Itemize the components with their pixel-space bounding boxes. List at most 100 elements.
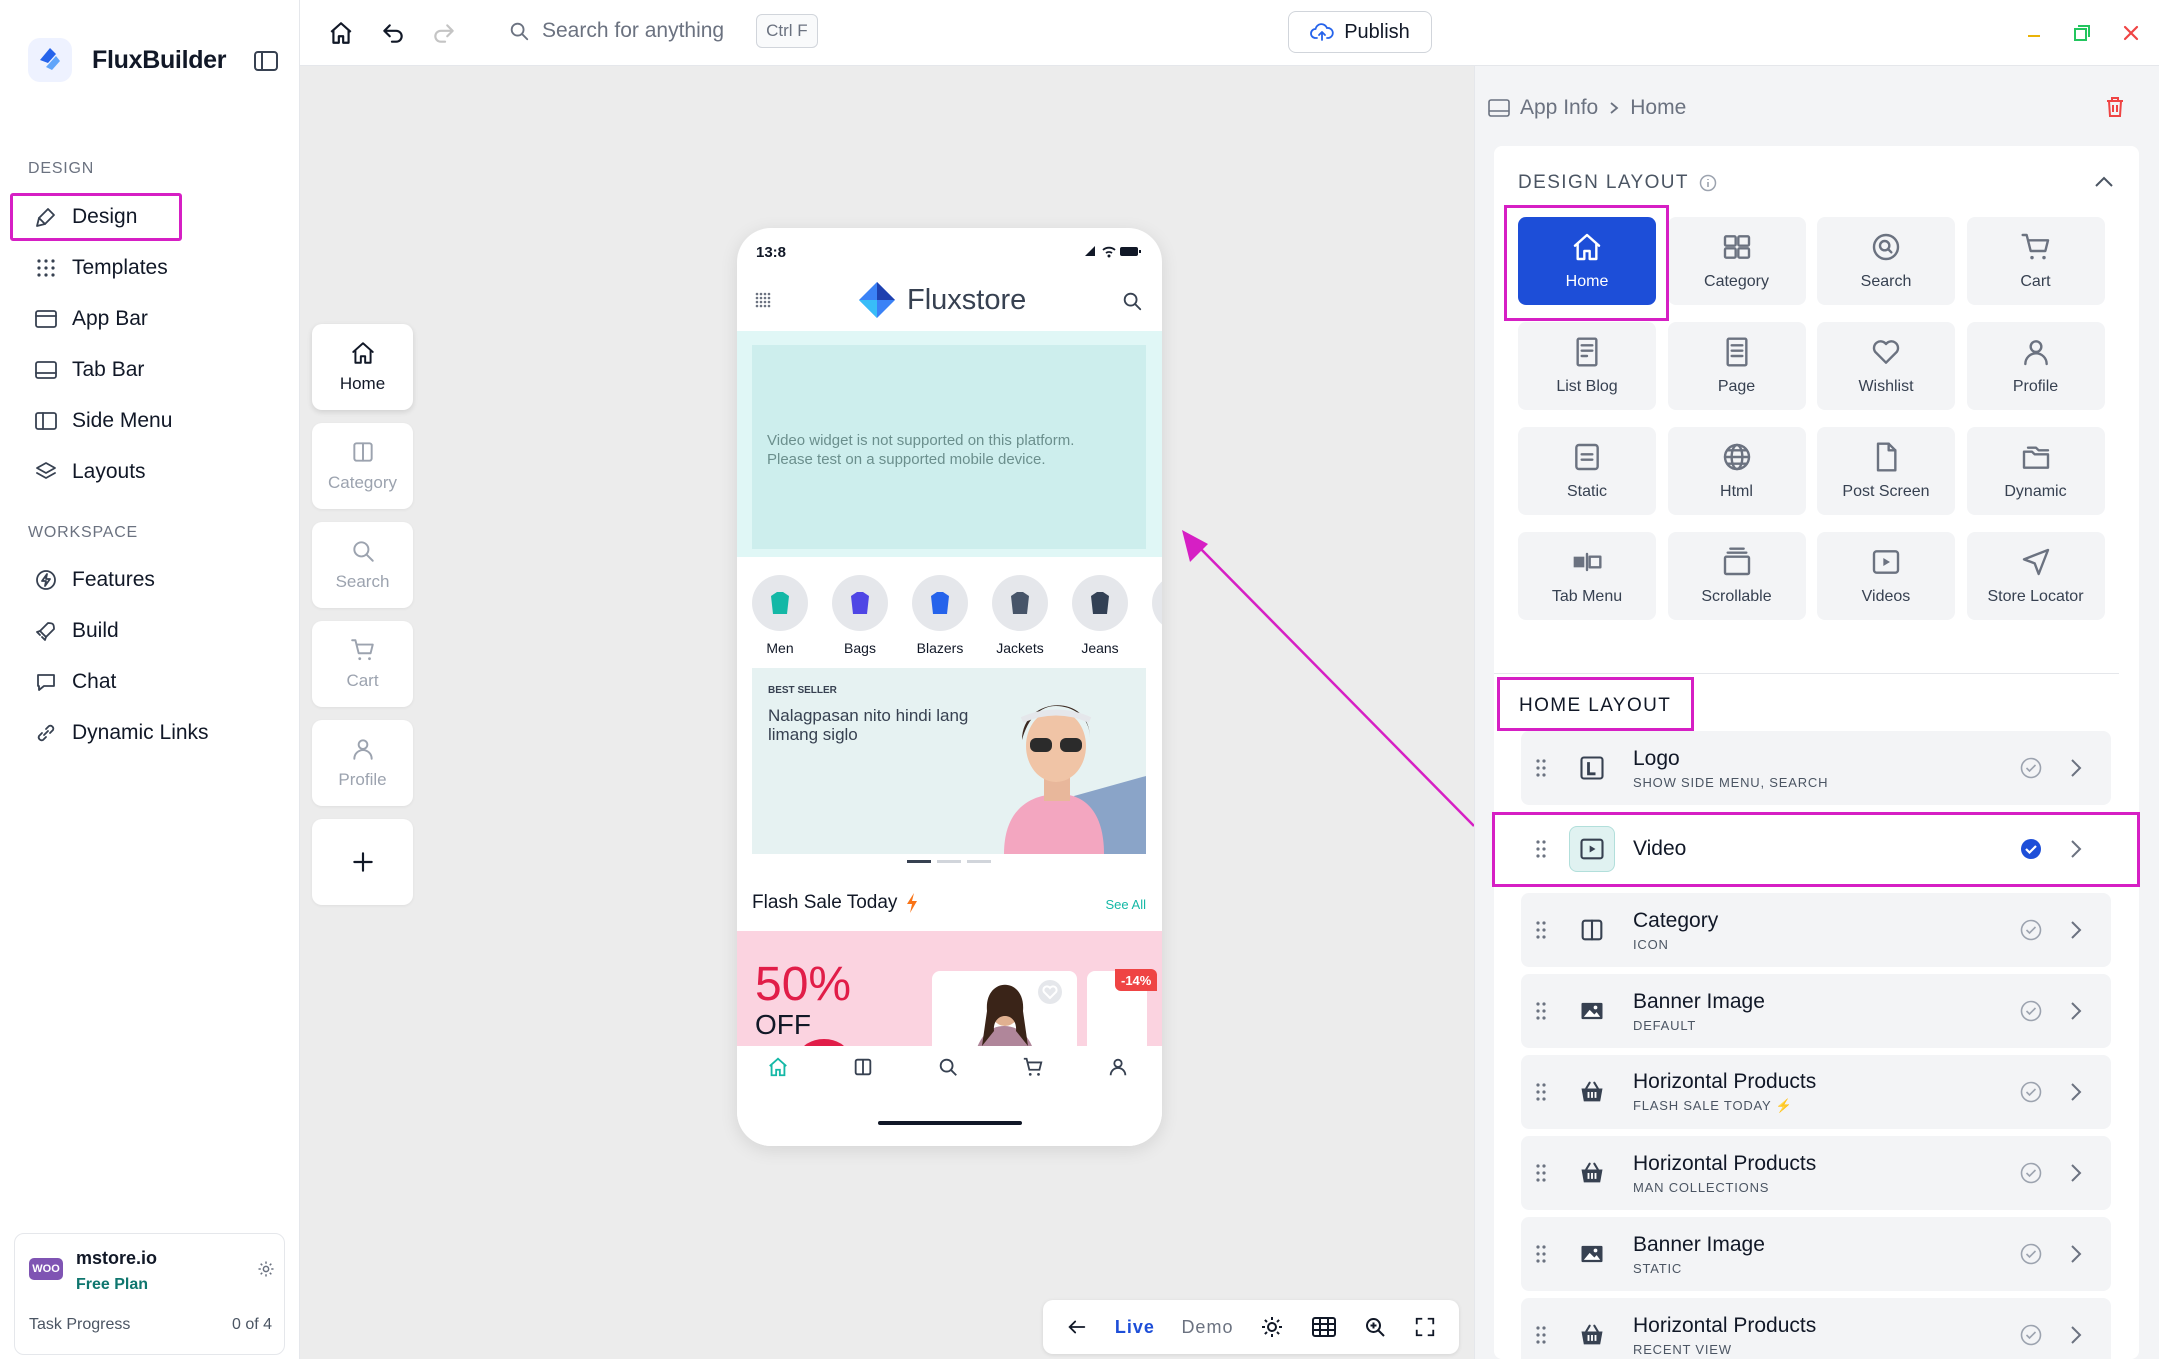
search-icon[interactable]: [1121, 290, 1143, 312]
redo-icon[interactable]: [431, 20, 457, 46]
layout-tile-wishlist[interactable]: Wishlist: [1817, 322, 1955, 410]
layout-tile-page[interactable]: Page: [1667, 322, 1806, 410]
sidebar-item-app-bar[interactable]: App Bar: [34, 299, 148, 339]
layout-tile-store-locator[interactable]: Store Locator: [1966, 532, 2105, 620]
layout-tile-tab-menu[interactable]: Tab Menu: [1518, 532, 1656, 620]
drag-handle-icon[interactable]: [1521, 1163, 1561, 1183]
chevron-right-icon[interactable]: [2069, 757, 2083, 779]
chevron-right-icon[interactable]: [2069, 1000, 2083, 1022]
live-toggle[interactable]: Live: [1115, 1317, 1155, 1338]
layout-row-banner-image[interactable]: Banner Image STATIC: [1521, 1217, 2111, 1291]
collapse-chevron-up-icon[interactable]: [2094, 174, 2114, 188]
demo-toggle[interactable]: Demo: [1181, 1317, 1233, 1338]
category-thumb: [1152, 575, 1162, 631]
category-item[interactable]: Bags: [832, 575, 888, 656]
drag-handle-icon[interactable]: [1521, 1082, 1561, 1102]
category-item[interactable]: Men: [752, 575, 808, 656]
menu-grid-icon[interactable]: [755, 292, 771, 308]
layout-tile-videos[interactable]: Videos: [1817, 532, 1955, 620]
rail-item-category[interactable]: Category: [312, 423, 413, 509]
drag-handle-icon[interactable]: [1521, 1001, 1561, 1021]
home-icon[interactable]: [328, 20, 354, 46]
unchecked-circle-icon[interactable]: [2019, 756, 2043, 780]
layout-row-horizontal-products[interactable]: Horizontal Products FLASH SALE TODAY ⚡: [1521, 1055, 2111, 1129]
brand[interactable]: FluxBuilder: [26, 36, 227, 84]
store-card[interactable]: WOO mstore.io Free Plan Task Progress 0 …: [14, 1233, 285, 1355]
sidebar-item-build[interactable]: Build: [34, 611, 119, 651]
category-item[interactable]: Jackets: [992, 575, 1048, 656]
undo-icon[interactable]: [380, 20, 406, 46]
zoom-in-icon[interactable]: [1363, 1315, 1387, 1339]
sidebar-item-side-menu[interactable]: Side Menu: [34, 401, 172, 441]
unchecked-circle-icon[interactable]: [2019, 918, 2043, 942]
rail-item-cart[interactable]: Cart: [312, 621, 413, 707]
unchecked-circle-icon[interactable]: [2019, 1161, 2043, 1185]
tab-search-icon[interactable]: [937, 1056, 959, 1078]
layout-row-category[interactable]: Category ICON: [1521, 893, 2111, 967]
tab-profile-icon[interactable]: [1107, 1056, 1129, 1078]
add-screen-button[interactable]: [312, 819, 413, 905]
unchecked-circle-icon[interactable]: [2019, 1242, 2043, 1266]
layout-tile-category[interactable]: Category: [1667, 217, 1806, 305]
sidebar-item-design[interactable]: Design: [34, 197, 137, 237]
layout-tile-cart[interactable]: Cart: [1966, 217, 2105, 305]
fullscreen-icon[interactable]: [1414, 1316, 1436, 1338]
sidebar-item-tab-bar[interactable]: Tab Bar: [34, 350, 144, 390]
layout-tile-static[interactable]: Static: [1518, 427, 1656, 515]
layout-tile-dynamic[interactable]: Dynamic: [1966, 427, 2105, 515]
wishlist-heart-icon[interactable]: [1037, 979, 1063, 1005]
maximize-icon[interactable]: [2071, 22, 2093, 44]
grid-toggle-icon[interactable]: [1311, 1315, 1337, 1339]
drag-handle-icon[interactable]: [1521, 920, 1561, 940]
layout-tile-profile[interactable]: Profile: [1966, 322, 2105, 410]
see-all-link[interactable]: See All: [1106, 897, 1146, 912]
rail-item-home[interactable]: Home: [312, 324, 413, 410]
sidebar-item-templates[interactable]: Templates: [34, 248, 168, 288]
settings-gear-icon[interactable]: [257, 1260, 275, 1278]
search-bar[interactable]: Search for anything Ctrl F: [508, 14, 818, 48]
collapse-sidebar-icon[interactable]: [253, 50, 279, 72]
trash-icon[interactable]: [2104, 95, 2126, 119]
layout-tile-scrollable[interactable]: Scrollable: [1667, 532, 1806, 620]
page-icon: [1725, 337, 1748, 367]
close-icon[interactable]: [2120, 22, 2142, 44]
chevron-right-icon[interactable]: [2069, 1162, 2083, 1184]
layout-tile-post-screen[interactable]: Post Screen: [1817, 427, 1955, 515]
chevron-right-icon[interactable]: [2069, 1324, 2083, 1346]
layout-tile-html[interactable]: Html: [1667, 427, 1806, 515]
layout-tile-list-blog[interactable]: List Blog: [1518, 322, 1656, 410]
info-icon[interactable]: [1699, 174, 1717, 192]
unchecked-circle-icon[interactable]: [2019, 1323, 2043, 1347]
chevron-right-icon[interactable]: [2069, 1081, 2083, 1103]
layout-row-logo[interactable]: Logo SHOW SIDE MENU, SEARCH: [1521, 731, 2111, 805]
category-item[interactable]: W: [1152, 575, 1162, 656]
banner[interactable]: BEST SELLER Nalagpasan nito hindi lang l…: [752, 668, 1146, 854]
tab-cart-icon[interactable]: [1022, 1056, 1044, 1078]
unchecked-circle-icon[interactable]: [2019, 1080, 2043, 1104]
unchecked-circle-icon[interactable]: [2019, 999, 2043, 1023]
sidebar-item-features[interactable]: Features: [34, 560, 155, 600]
breadcrumb-app-info[interactable]: App Info: [1520, 96, 1598, 120]
category-item[interactable]: Jeans: [1072, 575, 1128, 656]
layout-tile-search[interactable]: Search: [1817, 217, 1955, 305]
layout-row-banner-image[interactable]: Banner Image DEFAULT: [1521, 974, 2111, 1048]
chevron-right-icon[interactable]: [2069, 919, 2083, 941]
layout-row-horizontal-products[interactable]: Horizontal Products MAN COLLECTIONS: [1521, 1136, 2111, 1210]
sidebar-item-chat[interactable]: Chat: [34, 662, 116, 702]
rail-item-search[interactable]: Search: [312, 522, 413, 608]
drag-handle-icon[interactable]: [1521, 1325, 1561, 1345]
back-arrow-icon[interactable]: [1066, 1316, 1088, 1338]
minimize-icon[interactable]: [2024, 24, 2044, 44]
publish-button[interactable]: Publish: [1288, 11, 1432, 53]
layout-row-horizontal-products[interactable]: Horizontal Products RECENT VIEW: [1521, 1298, 2111, 1359]
chevron-right-icon[interactable]: [2069, 1243, 2083, 1265]
tab-home-icon[interactable]: [767, 1056, 789, 1078]
tab-category-icon[interactable]: [852, 1056, 874, 1078]
theme-sun-icon[interactable]: [1260, 1315, 1284, 1339]
rail-item-profile[interactable]: Profile: [312, 720, 413, 806]
sidebar-item-dynamic-links[interactable]: Dynamic Links: [34, 713, 209, 753]
drag-handle-icon[interactable]: [1521, 1244, 1561, 1264]
category-item[interactable]: Blazers: [912, 575, 968, 656]
drag-handle-icon[interactable]: [1521, 758, 1561, 778]
sidebar-item-layouts[interactable]: Layouts: [34, 452, 146, 492]
